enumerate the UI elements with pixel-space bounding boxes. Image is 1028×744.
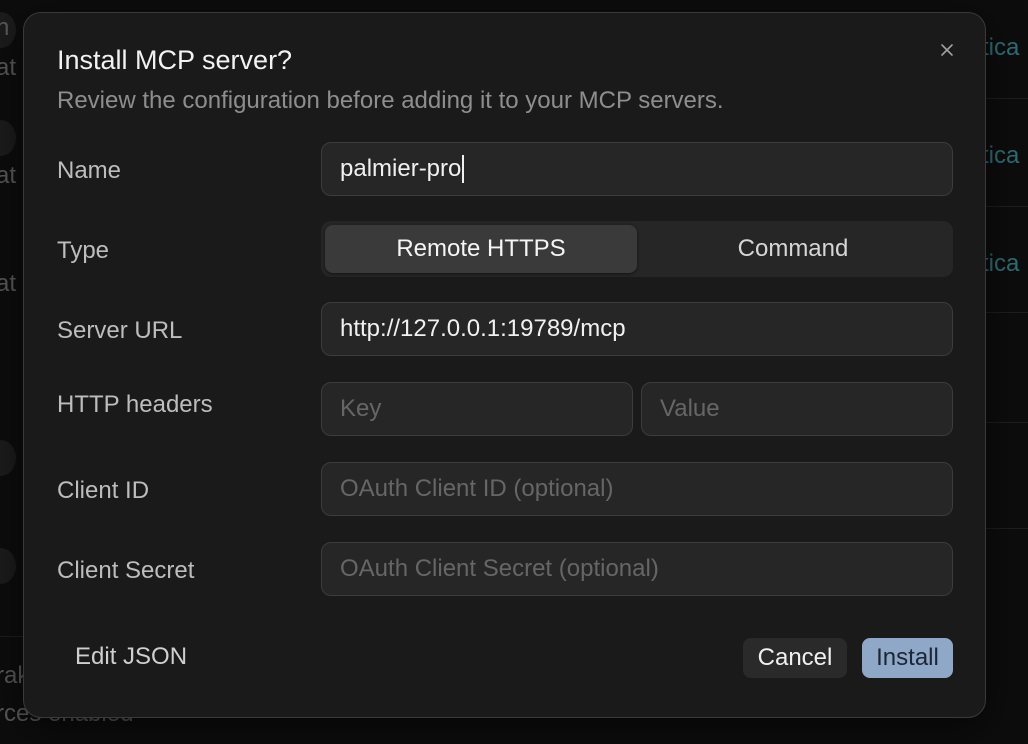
type-option-remote-https[interactable]: Remote HTTPS xyxy=(325,225,637,273)
client-id-input[interactable] xyxy=(321,462,953,516)
header-value-field[interactable] xyxy=(660,395,934,423)
install-mcp-dialog: Install MCP server? Review the configura… xyxy=(23,12,986,718)
name-label: Name xyxy=(57,157,122,184)
type-label: Type xyxy=(57,237,110,264)
client-secret-field[interactable] xyxy=(340,555,934,583)
background-text: at xyxy=(0,270,17,297)
cancel-button[interactable]: Cancel xyxy=(743,638,847,678)
dialog-subtitle: Review the configuration before adding i… xyxy=(57,87,724,114)
header-key-input[interactable] xyxy=(321,382,633,436)
client-id-field[interactable] xyxy=(340,475,934,503)
background-divider xyxy=(986,206,1028,207)
edit-json-button[interactable]: Edit JSON xyxy=(75,643,187,671)
close-button[interactable] xyxy=(936,39,958,61)
background-divider xyxy=(986,98,1028,99)
background-text: at xyxy=(0,162,17,189)
type-segmented-control: Remote HTTPS Command xyxy=(321,221,953,277)
http-headers-label: HTTP headers xyxy=(57,391,213,418)
header-value-input[interactable] xyxy=(641,382,953,436)
background-text: n xyxy=(0,14,10,41)
background-avatar xyxy=(0,120,16,156)
background-link: tica xyxy=(982,250,1020,277)
background-link: tica xyxy=(982,34,1020,61)
install-button[interactable]: Install xyxy=(862,638,953,678)
client-secret-input[interactable] xyxy=(321,542,953,596)
background-divider xyxy=(986,312,1028,313)
server-url-input[interactable]: http://127.0.0.1:19789/mcp xyxy=(321,302,953,356)
background-divider xyxy=(986,422,1028,423)
server-url-value: http://127.0.0.1:19789/mcp xyxy=(340,315,626,342)
text-caret xyxy=(462,155,465,183)
client-id-label: Client ID xyxy=(57,477,150,504)
type-option-command[interactable]: Command xyxy=(637,225,949,273)
client-secret-label: Client Secret xyxy=(57,557,195,584)
name-input[interactable]: palmier-pro xyxy=(321,142,953,196)
background-avatar xyxy=(0,440,16,476)
dialog-title: Install MCP server? xyxy=(57,45,293,75)
name-value: palmier-pro xyxy=(340,155,462,182)
background-link: tica xyxy=(982,142,1020,169)
background-text: at xyxy=(0,54,17,81)
background-divider xyxy=(986,528,1028,529)
close-icon xyxy=(941,44,953,56)
background-divider xyxy=(0,636,23,637)
server-url-label: Server URL xyxy=(57,317,183,344)
header-key-field[interactable] xyxy=(340,395,614,423)
background-avatar xyxy=(0,548,16,584)
